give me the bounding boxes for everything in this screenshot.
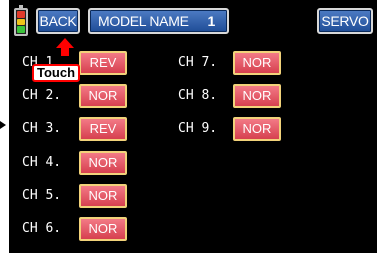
- channel-mode-button-2[interactable]: NOR: [79, 84, 127, 108]
- battery-cell: [17, 26, 25, 34]
- battery-cell: [17, 11, 25, 18]
- channel-label-7: CH 7.: [178, 55, 218, 70]
- channel-label-9: CH 9.: [178, 121, 218, 136]
- servo-button[interactable]: SERVO: [317, 8, 373, 34]
- channel-label-3: CH 3.: [22, 121, 62, 136]
- channel-label-4: CH 4.: [22, 155, 62, 170]
- pointer-arrow-icon: [0, 121, 6, 129]
- battery-icon: [14, 5, 28, 36]
- back-button[interactable]: BACK: [36, 8, 80, 34]
- channel-mode-button-4[interactable]: NOR: [79, 151, 127, 175]
- touch-annotation: Touch: [32, 64, 80, 82]
- model-name-label: MODEL NAME: [98, 13, 189, 29]
- channel-label-8: CH 8.: [178, 88, 218, 103]
- channel-mode-button-6[interactable]: NOR: [79, 217, 127, 241]
- channel-mode-button-7[interactable]: NOR: [233, 51, 281, 75]
- channel-label-6: CH 6.: [22, 221, 62, 236]
- channel-mode-button-8[interactable]: NOR: [233, 84, 281, 108]
- channel-mode-button-9[interactable]: NOR: [233, 117, 281, 141]
- channel-label-5: CH 5.: [22, 188, 62, 203]
- channel-label-2: CH 2.: [22, 88, 62, 103]
- touch-arrow-stem: [61, 47, 69, 56]
- channel-mode-button-3[interactable]: REV: [79, 117, 127, 141]
- model-number: 1: [207, 13, 216, 29]
- channel-mode-button-1[interactable]: REV: [79, 51, 127, 75]
- channel-mode-button-5[interactable]: NOR: [79, 184, 127, 208]
- radio-screen: BACK MODEL NAME 1 SERVO CH 1. REV CH 2. …: [9, 0, 377, 253]
- model-name-bar[interactable]: MODEL NAME 1: [88, 8, 229, 34]
- battery-cell: [17, 18, 25, 26]
